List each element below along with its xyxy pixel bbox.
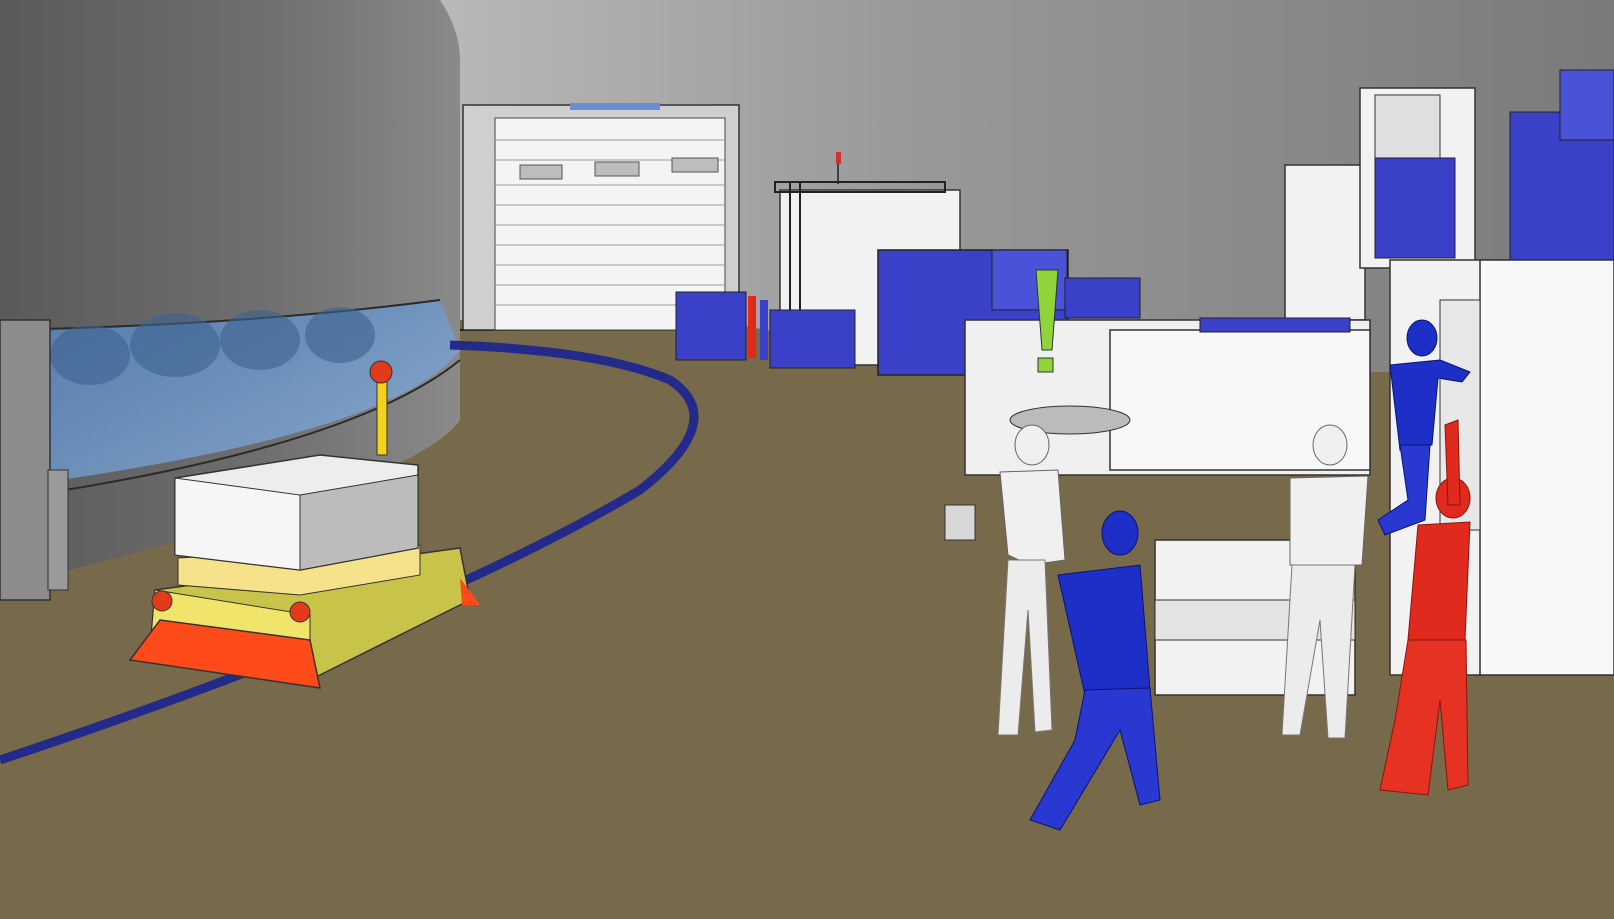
- factory-scene: [0, 0, 1614, 919]
